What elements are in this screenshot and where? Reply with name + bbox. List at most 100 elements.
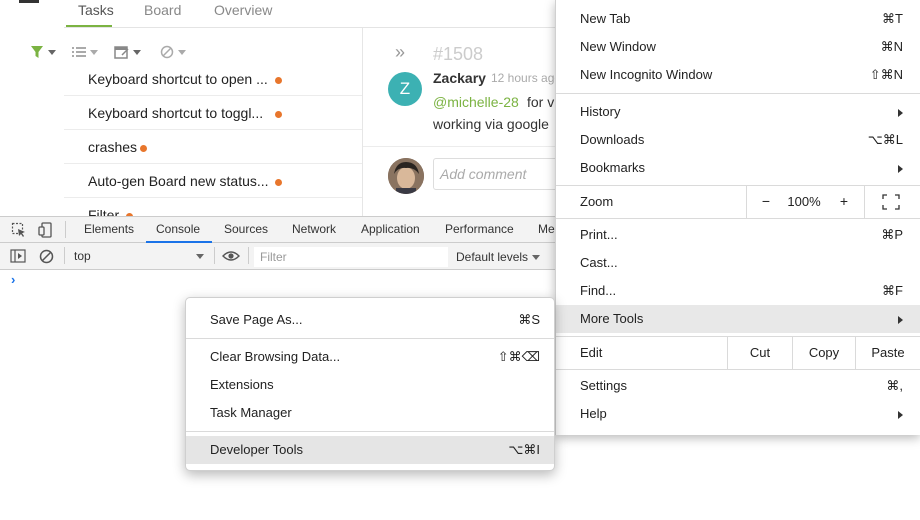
tab-tasks[interactable]: Tasks [78, 2, 114, 18]
menu-item-label: Cast... [580, 255, 618, 270]
blocked-filter-button[interactable] [160, 42, 186, 62]
menu-item-label: History [580, 104, 621, 119]
divider [214, 247, 215, 264]
context-select[interactable]: top [66, 246, 210, 266]
menu-item-clear-browsing-data[interactable]: Clear Browsing Data... ⇧⌘⌫ [186, 343, 554, 371]
issue-id: #1508 [433, 44, 484, 64]
collapse-icon[interactable]: » [395, 42, 405, 63]
tab-elements[interactable]: Elements [84, 222, 134, 236]
chevron-right-icon [898, 411, 903, 419]
copy-button[interactable]: Copy [792, 345, 856, 360]
menu-item-cast[interactable]: Cast... [556, 249, 920, 277]
menu-item-new-tab[interactable]: New Tab ⌘T [556, 5, 920, 33]
menu-icon[interactable] [19, 0, 39, 3]
comment-author[interactable]: Zackary [433, 70, 486, 86]
menu-item-help[interactable]: Help [556, 400, 920, 428]
chevron-down-icon [178, 49, 186, 55]
task-row[interactable]: Keyboard shortcut to open ... [64, 62, 362, 96]
shortcut-label: ⌘T [882, 11, 903, 26]
filter-bar [28, 42, 208, 62]
task-row[interactable]: Auto-gen Board new status... [64, 164, 362, 198]
status-dot [140, 145, 147, 152]
menu-item-task-manager[interactable]: Task Manager [186, 399, 554, 427]
tab-network[interactable]: Network [292, 222, 336, 236]
divider [363, 146, 563, 147]
task-title: Auto-gen Board new status... [88, 173, 269, 189]
tab-memory[interactable]: Me [538, 222, 555, 236]
shortcut-label: ⌘N [880, 39, 903, 54]
console-filter-input[interactable]: Filter [254, 247, 448, 267]
task-title: crashes [88, 139, 138, 155]
tab-console[interactable]: Console [156, 222, 200, 236]
menu-item-print[interactable]: Print... ⌘P [556, 221, 920, 249]
zoom-out-button[interactable]: − [754, 193, 778, 209]
clear-console-icon[interactable] [39, 249, 54, 264]
divider [65, 221, 66, 238]
menu-item-save-page-as[interactable]: Save Page As... ⌘S [186, 306, 554, 334]
menu-item-label: Save Page As... [210, 312, 303, 327]
chevron-down-icon [48, 49, 56, 55]
menu-divider [186, 338, 554, 339]
task-detail-pane: » #1508 Z Zackary 12 hours ago @michelle… [363, 28, 563, 216]
fullscreen-icon[interactable] [882, 194, 900, 210]
status-dot [275, 111, 282, 118]
date-filter-button[interactable] [114, 42, 141, 62]
task-row[interactable]: Filter [64, 198, 362, 216]
context-select-value: top [74, 249, 91, 263]
chevron-down-icon [133, 49, 141, 55]
menu-divider [186, 431, 554, 432]
user-mention[interactable]: @michelle-28 [433, 94, 519, 110]
cut-button[interactable]: Cut [728, 345, 792, 360]
inspect-element-icon[interactable] [11, 222, 27, 238]
menu-item-more-tools[interactable]: More Tools [556, 305, 920, 333]
menu-item-label: Find... [580, 283, 617, 298]
chevron-down-icon [196, 254, 204, 259]
tab-application[interactable]: Application [361, 222, 420, 236]
menu-item-extensions[interactable]: Extensions [186, 371, 554, 399]
tab-sources[interactable]: Sources [224, 222, 268, 236]
tab-board[interactable]: Board [144, 2, 181, 18]
filter-icon [31, 46, 43, 58]
menu-item-label: Task Manager [210, 405, 292, 420]
shortcut-label: ⌘F [882, 283, 903, 298]
menu-item-find[interactable]: Find... ⌘F [556, 277, 920, 305]
menu-item-label: Print... [580, 227, 618, 242]
task-row[interactable]: crashes [64, 130, 362, 164]
menu-divider [556, 218, 920, 219]
menu-item-developer-tools[interactable]: Developer Tools ⌥⌘I [186, 436, 554, 464]
menu-item-label: Bookmarks [580, 160, 646, 175]
menu-edit-row: Edit Cut Copy Paste [556, 336, 920, 370]
task-title: Filter [88, 207, 120, 216]
status-dot [275, 179, 282, 186]
device-toolbar-icon[interactable] [38, 222, 54, 238]
menu-zoom-row: Zoom − 100% + [556, 185, 920, 219]
comment-input[interactable]: Add comment [433, 158, 563, 190]
chrome-menu: New Tab ⌘T New Window ⌘N New Incognito W… [555, 0, 920, 435]
paste-button[interactable]: Paste [856, 345, 920, 360]
tab-overview[interactable]: Overview [214, 2, 272, 18]
menu-item-settings[interactable]: Settings ⌘, [556, 372, 920, 400]
menu-item-history[interactable]: History [556, 98, 920, 126]
chevron-down-icon [532, 255, 540, 260]
task-title: Keyboard shortcut to toggl... [88, 105, 264, 121]
tab-performance[interactable]: Performance [445, 222, 514, 236]
menu-item-label: Clear Browsing Data... [210, 349, 341, 364]
menu-item-new-incognito-window[interactable]: New Incognito Window ⇧⌘N [556, 61, 920, 89]
zoom-in-button[interactable]: + [832, 193, 856, 209]
filter-button[interactable] [30, 42, 56, 62]
menu-divider [556, 369, 920, 370]
menu-item-downloads[interactable]: Downloads ⌥⌘L [556, 126, 920, 154]
eye-icon[interactable] [222, 250, 240, 262]
task-title: Keyboard shortcut to open ... [88, 71, 268, 87]
view-tabs: Tasks Board Overview [64, 0, 620, 28]
console-prompt[interactable]: › [11, 272, 15, 287]
task-row[interactable]: Keyboard shortcut to toggl... [64, 96, 362, 130]
shortcut-label: ⌥⌘I [508, 442, 540, 457]
list-view-button[interactable] [72, 42, 98, 62]
menu-item-new-window[interactable]: New Window ⌘N [556, 33, 920, 61]
divider [64, 247, 65, 264]
sidebar-toggle-icon[interactable] [10, 249, 26, 263]
menu-item-label: More Tools [580, 311, 644, 326]
log-levels-select[interactable]: Default levels [456, 250, 528, 264]
menu-item-bookmarks[interactable]: Bookmarks [556, 154, 920, 182]
